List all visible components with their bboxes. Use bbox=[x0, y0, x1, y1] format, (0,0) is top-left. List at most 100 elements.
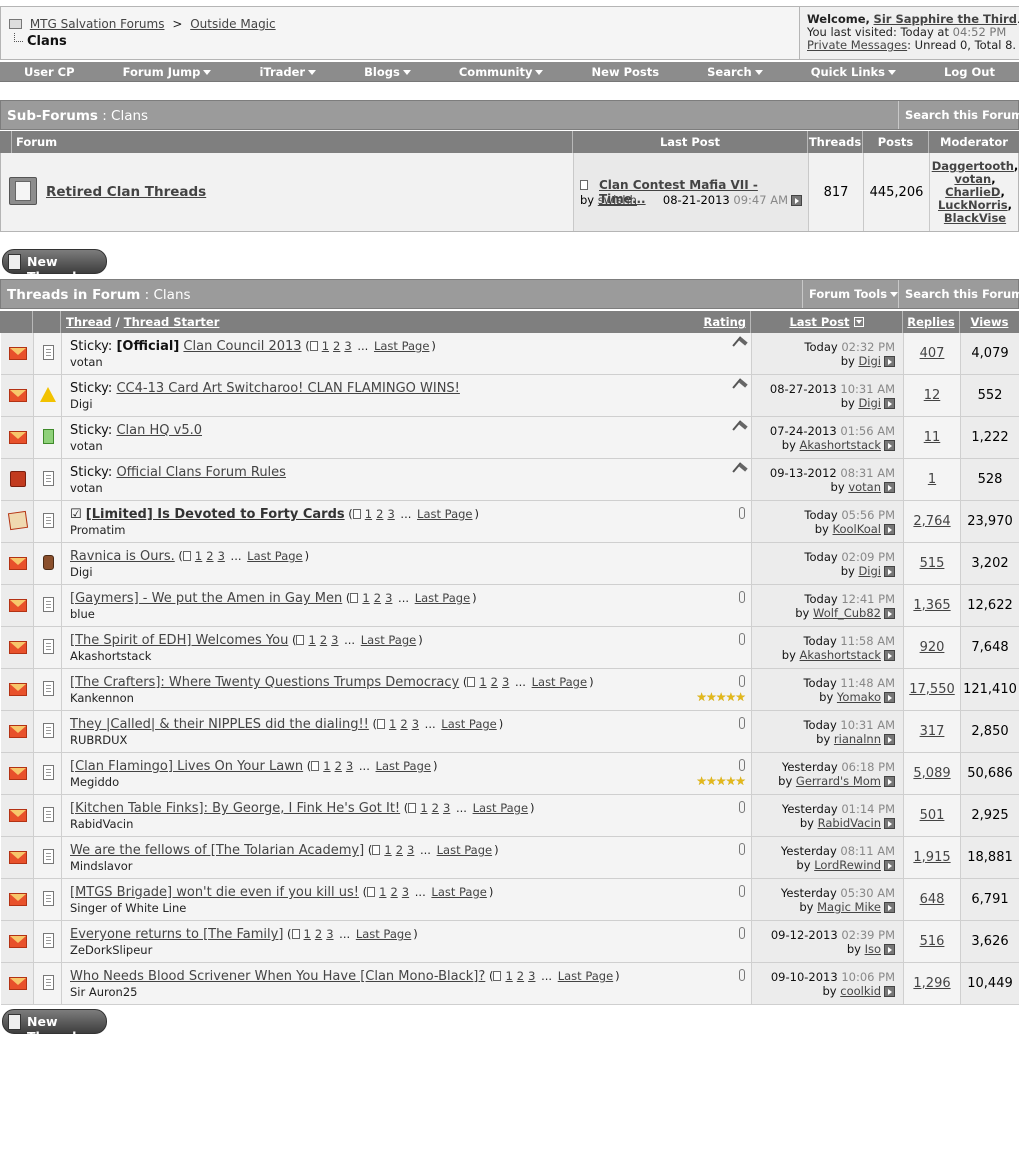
page-link-1[interactable]: 1 bbox=[384, 843, 391, 857]
page-link-3[interactable]: 3 bbox=[443, 801, 450, 815]
page-link-2[interactable]: 2 bbox=[517, 969, 524, 983]
page-link-3[interactable]: 3 bbox=[218, 549, 225, 563]
page-link-3[interactable]: 3 bbox=[528, 969, 535, 983]
nav-item-user-cp[interactable]: User CP bbox=[24, 65, 75, 79]
thread-title-link[interactable]: Everyone returns to [The Family] bbox=[70, 927, 283, 942]
replies-count[interactable]: 1,365 bbox=[904, 598, 960, 613]
page-link-3[interactable]: 3 bbox=[385, 591, 392, 605]
last-page-link[interactable]: Last Page bbox=[532, 675, 587, 689]
thread-title-link[interactable]: Ravnica is Ours. bbox=[70, 549, 175, 564]
nav-item-quick-links[interactable]: Quick Links bbox=[811, 65, 897, 79]
thread-title-link[interactable]: Official Clans Forum Rules bbox=[116, 465, 286, 480]
subforums-search-tool[interactable]: Search this Forum bbox=[898, 101, 1019, 129]
replies-count[interactable]: 11 bbox=[904, 430, 960, 445]
last-post-author[interactable]: Digi bbox=[858, 564, 881, 578]
go-to-last-post-icon[interactable] bbox=[884, 986, 895, 997]
go-to-last-post-icon[interactable] bbox=[884, 482, 895, 493]
replies-count[interactable]: 317 bbox=[904, 724, 960, 739]
last-post-author[interactable]: KoolKoal bbox=[833, 522, 881, 536]
last-page-link[interactable]: Last Page bbox=[356, 927, 411, 941]
nav-item-forum-jump[interactable]: Forum Jump bbox=[123, 65, 212, 79]
nav-item-new-posts[interactable]: New Posts bbox=[592, 65, 660, 79]
last-page-link[interactable]: Last Page bbox=[374, 339, 429, 353]
go-to-last-post-icon[interactable] bbox=[884, 734, 895, 745]
last-page-link[interactable]: Last Page bbox=[441, 717, 496, 731]
last-page-link[interactable]: Last Page bbox=[417, 507, 472, 521]
replies-count[interactable]: 407 bbox=[904, 346, 960, 361]
sort-desc-icon[interactable] bbox=[853, 317, 864, 327]
last-post-author[interactable]: Digi bbox=[858, 354, 881, 368]
last-page-link[interactable]: Last Page bbox=[361, 633, 416, 647]
page-link-3[interactable]: 3 bbox=[387, 507, 394, 521]
page-link-1[interactable]: 1 bbox=[389, 717, 396, 731]
last-post-author[interactable]: LordRewind bbox=[814, 858, 881, 872]
thread-title-link[interactable]: [MTGS Brigade] won't die even if you kil… bbox=[70, 885, 359, 900]
page-link-2[interactable]: 2 bbox=[432, 801, 439, 815]
last-page-link[interactable]: Last Page bbox=[437, 843, 492, 857]
page-link-2[interactable]: 2 bbox=[315, 927, 322, 941]
page-link-2[interactable]: 2 bbox=[374, 591, 381, 605]
sort-replies-link[interactable]: Replies bbox=[907, 315, 954, 329]
page-link-2[interactable]: 2 bbox=[333, 339, 340, 353]
page-link-1[interactable]: 1 bbox=[322, 339, 329, 353]
thread-title-link[interactable]: CC4-13 Card Art Switcharoo! CLAN FLAMING… bbox=[116, 381, 459, 396]
moderator-link[interactable]: votan bbox=[954, 172, 991, 186]
forum-tools-menu[interactable]: Forum Tools bbox=[802, 280, 904, 308]
page-link-1[interactable]: 1 bbox=[323, 759, 330, 773]
go-to-last-post-icon[interactable] bbox=[884, 692, 895, 703]
last-post-author[interactable]: Akashortstack bbox=[800, 438, 881, 452]
replies-count[interactable]: 501 bbox=[904, 808, 960, 823]
last-post-author[interactable]: Gerrard's Mom bbox=[796, 774, 881, 788]
sort-starter-link[interactable]: Thread Starter bbox=[124, 315, 220, 329]
private-messages-link[interactable]: Private Messages bbox=[807, 38, 907, 52]
last-post-author[interactable]: Digi bbox=[858, 396, 881, 410]
page-link-1[interactable]: 1 bbox=[362, 591, 369, 605]
go-to-last-post-icon[interactable] bbox=[884, 608, 895, 619]
go-to-post-icon[interactable] bbox=[791, 195, 802, 206]
go-to-last-post-icon[interactable] bbox=[884, 860, 895, 871]
thread-title-link[interactable]: [Kitchen Table Finks]: By George, I Fink… bbox=[70, 801, 400, 816]
thread-title-link[interactable]: [Gaymers] - We put the Amen in Gay Men bbox=[70, 591, 342, 606]
replies-count[interactable]: 1,296 bbox=[904, 976, 960, 991]
nav-item-itrader[interactable]: iTrader bbox=[259, 65, 317, 79]
thread-title-link[interactable]: [Limited] Is Devoted to Forty Cards bbox=[86, 507, 345, 522]
new-thread-button[interactable]: New Thread bbox=[2, 249, 107, 284]
thread-title-link[interactable]: [The Crafters]: Where Twenty Questions T… bbox=[70, 675, 459, 690]
last-post-author[interactable]: rianalnn bbox=[834, 732, 881, 746]
sort-rating-link[interactable]: Rating bbox=[704, 315, 746, 329]
replies-count[interactable]: 920 bbox=[904, 640, 960, 655]
thread-title-link[interactable]: We are the fellows of [The Tolarian Acad… bbox=[70, 843, 364, 858]
replies-count[interactable]: 5,089 bbox=[904, 766, 960, 781]
last-post-author[interactable]: votan bbox=[848, 480, 881, 494]
page-link-2[interactable]: 2 bbox=[320, 633, 327, 647]
go-to-last-post-icon[interactable] bbox=[884, 398, 895, 409]
thread-title-link[interactable]: Clan Council 2013 bbox=[183, 339, 301, 354]
page-link-3[interactable]: 3 bbox=[344, 339, 351, 353]
forum-home-icon[interactable] bbox=[9, 19, 22, 29]
replies-count[interactable]: 17,550 bbox=[904, 682, 960, 697]
nav-item-log-out[interactable]: Log Out bbox=[944, 65, 995, 79]
last-page-link[interactable]: Last Page bbox=[376, 759, 431, 773]
page-link-2[interactable]: 2 bbox=[206, 549, 213, 563]
last-post-author[interactable]: Yomako bbox=[837, 690, 881, 704]
page-link-1[interactable]: 1 bbox=[308, 633, 315, 647]
last-page-link[interactable]: Last Page bbox=[415, 591, 470, 605]
page-link-2[interactable]: 2 bbox=[491, 675, 498, 689]
go-to-last-post-icon[interactable] bbox=[884, 944, 895, 955]
last-post-author[interactable]: Wolf_Cub82 bbox=[813, 606, 881, 620]
replies-count[interactable]: 1 bbox=[904, 472, 960, 487]
breadcrumb-root-link[interactable]: MTG Salvation Forums bbox=[30, 17, 165, 31]
moderator-link[interactable]: CharlieD bbox=[945, 185, 1000, 199]
go-to-last-post-icon[interactable] bbox=[884, 524, 895, 535]
moderator-link[interactable]: Daggertooth bbox=[932, 159, 1014, 173]
page-link-3[interactable]: 3 bbox=[346, 759, 353, 773]
moderator-link[interactable]: LuckNorris bbox=[938, 198, 1008, 212]
subforum-last-poster[interactable]: swishh bbox=[598, 193, 637, 207]
last-page-link[interactable]: Last Page bbox=[431, 885, 486, 899]
go-to-last-post-icon[interactable] bbox=[884, 440, 895, 451]
last-post-author[interactable]: Iso bbox=[865, 942, 881, 956]
subforum-link[interactable]: Retired Clan Threads bbox=[46, 184, 206, 200]
sort-last-post-link[interactable]: Last Post bbox=[789, 315, 849, 329]
last-post-author[interactable]: coolkid bbox=[840, 984, 881, 998]
page-link-2[interactable]: 2 bbox=[335, 759, 342, 773]
